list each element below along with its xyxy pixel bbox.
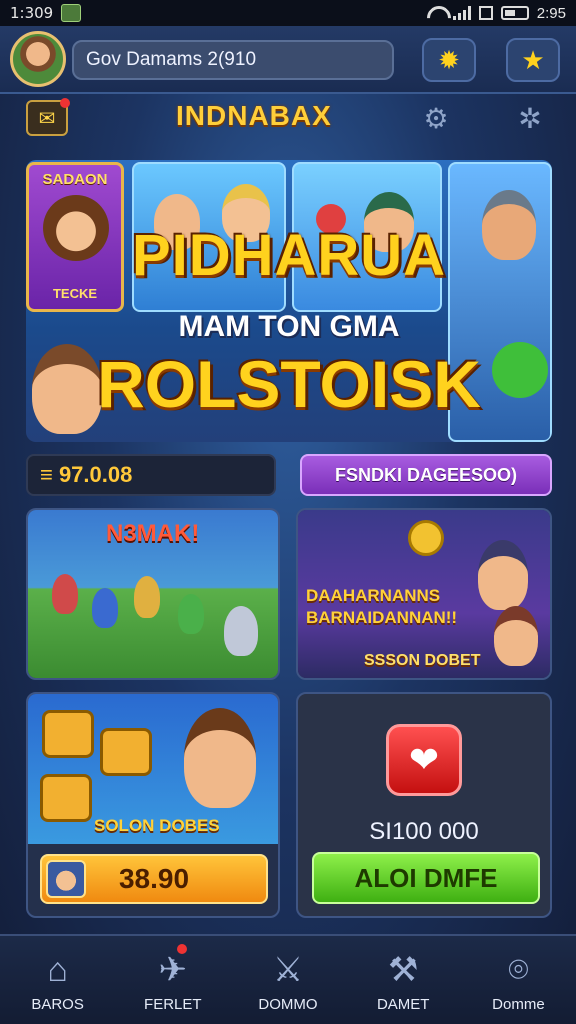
bottom-nav: ⌂ BAROS ✈ FERLET ⚔ DOMMO ⚒ DAMET ⌾ Domme xyxy=(0,934,576,1024)
sword-icon: ⚔ xyxy=(272,950,304,989)
purple-action-button[interactable]: FSNDKI DAGEESOO) xyxy=(300,454,552,496)
season-card-title: SADAON xyxy=(42,171,108,188)
nav-item-domme[interactable]: ⌾ Domme xyxy=(461,936,576,1024)
battle-tag: N3MAK! xyxy=(106,520,200,547)
nav-label: DAMET xyxy=(376,995,430,1013)
items-tag: SOLON DOBES xyxy=(94,816,220,835)
sub-bar: ✉ INDNABAX ⚙ ✲ xyxy=(0,96,576,140)
shop-price: SI100 000 xyxy=(369,818,479,845)
unit-figure xyxy=(92,588,118,628)
cog-icon: ✲ xyxy=(518,102,542,134)
hero-character xyxy=(184,708,256,808)
mini-avatar xyxy=(46,860,86,898)
item-crate xyxy=(100,728,152,776)
shop-buy-button[interactable]: ALOI DMFE xyxy=(312,852,540,904)
screen-record-icon xyxy=(478,6,493,20)
chest-button[interactable]: ✉ xyxy=(26,98,70,136)
coin-icon xyxy=(408,520,444,556)
lock-icon: ⌾ xyxy=(508,950,529,989)
item-crate xyxy=(42,710,94,758)
item-crate xyxy=(40,774,92,822)
unit-figure xyxy=(178,594,204,634)
cog-button[interactable]: ✲ xyxy=(510,100,550,136)
nav-label: FERLET xyxy=(144,995,202,1013)
currency-balance: ≡ 97.0.08 xyxy=(26,454,276,496)
status-bar: 1:309 2:95 xyxy=(0,0,576,26)
nav-item-damet[interactable]: ⚒ DAMET xyxy=(346,936,461,1024)
home-icon: ⌂ xyxy=(47,950,68,989)
section-title: INDNABAX xyxy=(176,100,332,131)
shop-button-label: ALOI DMFE xyxy=(354,862,498,893)
items-panel[interactable]: SOLON DOBES 38.90 xyxy=(26,692,280,918)
settings-icon: ⚙ xyxy=(423,102,449,134)
hero-character xyxy=(478,540,528,610)
status-time: 1:309 xyxy=(10,4,54,22)
player-avatar[interactable] xyxy=(10,31,66,87)
gear-icon: ✹ xyxy=(438,44,460,75)
gear-button[interactable]: ✹ xyxy=(422,38,476,82)
notification-dot xyxy=(60,98,70,108)
gift-icon: ❤ xyxy=(386,724,462,796)
items-button-value: 38.90 xyxy=(118,863,190,894)
purple-button-label: FSNDKI DAGEESOO) xyxy=(334,464,517,485)
unit-figure xyxy=(224,606,258,656)
coins-footer: SSSON DOBET xyxy=(364,652,481,669)
hero-title-line3: ROLSTOISK xyxy=(97,347,481,421)
hero-character xyxy=(494,606,538,666)
nav-item-dommo[interactable]: ⚔ DOMMO xyxy=(230,936,345,1024)
hero-title-line2: MAM TON GMA xyxy=(178,310,400,343)
items-buy-button[interactable]: 38.90 xyxy=(40,854,268,904)
top-bar: Gov Damams 2(910 ✹ ★ xyxy=(0,26,576,94)
nav-label: BAROS xyxy=(31,995,84,1013)
nav-item-baros[interactable]: ⌂ BAROS xyxy=(0,936,115,1024)
hero-title-line1: PIDHARUA xyxy=(131,223,447,288)
search-field[interactable]: Gov Damams 2(910 xyxy=(72,40,394,80)
hero-banner[interactable]: SADAON TECKE PIDHARUA MAM TON GMA ROLSTO… xyxy=(26,160,552,442)
app-notification-icon xyxy=(61,4,82,22)
battle-panel[interactable]: N3MAK! xyxy=(26,508,280,680)
battery-text: 2:95 xyxy=(536,4,566,22)
coins-headline-1: DAAHARNANNS xyxy=(306,586,441,605)
star-icon: ★ xyxy=(521,44,545,75)
shop-panel[interactable]: ❤ SI100 000 ALOI DMFE xyxy=(296,692,552,918)
chest-icon: ✉ xyxy=(38,107,56,130)
nav-item-ferlet[interactable]: ✈ FERLET xyxy=(115,936,230,1024)
unit-figure xyxy=(52,574,78,614)
search-text: Gov Damams 2(910 xyxy=(86,49,257,70)
signal-icon xyxy=(452,6,471,20)
wifi-icon xyxy=(427,6,445,20)
nav-label: Domme xyxy=(492,995,545,1013)
anvil-icon: ⚒ xyxy=(387,950,419,989)
unit-figure xyxy=(134,576,160,618)
coins-panel[interactable]: DAAHARNANNS BARNAIDANNAN!! SSSON DOBET xyxy=(296,508,552,680)
nav-label: DOMMO xyxy=(258,995,318,1013)
coins-headline-2: BARNAIDANNAN!! xyxy=(306,608,458,627)
fighter-icon: ✈ xyxy=(158,950,188,989)
battery-icon xyxy=(500,6,529,20)
star-button[interactable]: ★ xyxy=(506,38,560,82)
settings-button[interactable]: ⚙ xyxy=(416,100,456,136)
balance-text: ≡ 97.0.08 xyxy=(40,462,133,487)
